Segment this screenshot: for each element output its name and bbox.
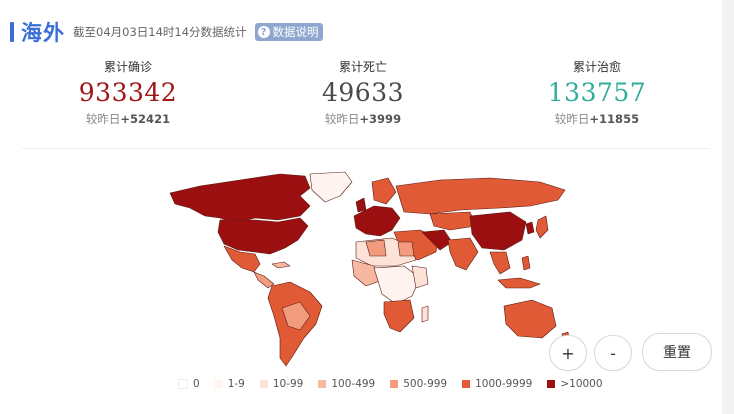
map-legend: 0 1-9 10-99 100-499 500-999 1000-9999 >1… <box>178 377 618 391</box>
region-scandinavia <box>371 177 397 205</box>
legend-label: 1000-9999 <box>475 378 533 390</box>
overseas-card: 海外 截至04月03日14时14分数据统计 ? 数据说明 累计确诊 933342… <box>0 0 722 414</box>
stat-delta-prefix: 较昨日 <box>324 112 360 126</box>
section-header: 海外 截至04月03日14时14分数据统计 ? 数据说明 <box>10 18 323 46</box>
legend-label: 1-9 <box>227 378 245 390</box>
legend-label: 500-999 <box>403 378 448 390</box>
region-russia <box>395 177 566 215</box>
region-indonesia <box>497 277 541 289</box>
region-uk <box>355 197 367 213</box>
region-central-asia <box>429 211 477 231</box>
region-australia <box>503 299 557 339</box>
region-greenland <box>309 171 353 203</box>
legend-label: 10-99 <box>272 378 304 390</box>
divider <box>22 148 710 149</box>
update-time: 截至04月03日14时14分数据统计 <box>73 25 247 39</box>
legend-swatch <box>259 380 268 388</box>
stat-label: 累计死亡 <box>338 60 387 74</box>
region-se-asia <box>489 251 511 275</box>
stat-delta-value: +52421 <box>120 112 171 126</box>
world-map[interactable] <box>160 168 580 368</box>
legend-item: 0 <box>178 378 200 390</box>
stat-delta-value: +3999 <box>359 112 402 126</box>
stat-label: 累计确诊 <box>103 60 152 74</box>
region-japan <box>535 215 549 239</box>
legend-swatch <box>178 379 188 389</box>
legend-swatch <box>547 380 556 388</box>
stat-recovered: 累计治愈 133757 较昨日+11855 <box>497 58 697 128</box>
legend-item: 1000-9999 <box>462 378 532 390</box>
legend-swatch <box>390 380 399 388</box>
section-title: 海外 <box>21 21 65 45</box>
region-china <box>469 211 527 251</box>
stat-delta: 较昨日+52421 <box>28 110 228 128</box>
region-philippines <box>521 255 531 271</box>
legend-item: 100-499 <box>318 378 375 390</box>
legend-label: >10000 <box>560 378 603 390</box>
stat-delta-value: +11855 <box>589 112 640 126</box>
stat-value: 49633 <box>321 78 405 107</box>
region-india <box>447 237 479 271</box>
legend-swatch <box>214 380 223 388</box>
region-caribbean <box>271 261 291 269</box>
region-egypt <box>397 241 415 257</box>
stat-delta-prefix: 较昨日 <box>85 112 121 126</box>
stat-value: 933342 <box>78 78 178 107</box>
stat-delta-prefix: 较昨日 <box>554 112 590 126</box>
zoom-in-button[interactable]: + <box>549 335 587 371</box>
data-info-label: 数据说明 <box>272 25 319 39</box>
zoom-out-button[interactable]: - <box>594 335 632 371</box>
stat-delta: 较昨日+3999 <box>263 110 463 128</box>
legend-item: 10-99 <box>259 378 304 390</box>
legend-swatch <box>318 380 327 388</box>
legend-item: >10000 <box>547 378 603 390</box>
stat-value: 133757 <box>547 78 647 107</box>
data-info-button[interactable]: ? 数据说明 <box>254 23 323 41</box>
stat-confirmed: 累计确诊 933342 较昨日+52421 <box>28 58 228 128</box>
region-central-america <box>253 271 275 289</box>
region-south-africa <box>383 299 415 333</box>
stat-delta: 较昨日+11855 <box>497 110 697 128</box>
reset-button[interactable]: 重置 <box>642 333 712 371</box>
legend-label: 100-499 <box>331 378 376 390</box>
question-circle-icon: ? <box>257 26 270 38</box>
region-madagascar <box>421 305 429 323</box>
stat-label: 累计治愈 <box>572 60 621 74</box>
region-korea <box>525 221 535 235</box>
legend-swatch <box>462 380 471 388</box>
world-map-svg[interactable] <box>160 168 580 368</box>
stat-deaths: 累计死亡 49633 较昨日+3999 <box>263 58 463 128</box>
legend-item: 1-9 <box>214 378 245 390</box>
section-accent-bar <box>10 22 14 42</box>
legend-label: 0 <box>193 378 200 390</box>
stats-row: 累计确诊 933342 较昨日+52421 累计死亡 49633 较昨日+399… <box>0 58 722 138</box>
region-canada <box>169 173 311 224</box>
legend-item: 500-999 <box>390 378 447 390</box>
